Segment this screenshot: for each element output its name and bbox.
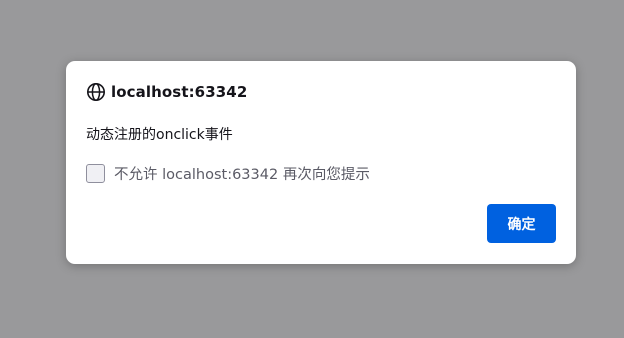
- ok-button[interactable]: 确定: [487, 204, 556, 243]
- suppress-prompts-checkbox[interactable]: [86, 164, 105, 183]
- dialog-message: 动态注册的onclick事件: [86, 127, 233, 143]
- globe-icon: [86, 82, 106, 102]
- dialog-origin: localhost:63342: [86, 81, 247, 103]
- alert-dialog: localhost:63342 动态注册的onclick事件 不允许 local…: [66, 61, 576, 264]
- suppress-prompts-label[interactable]: 不允许 localhost:63342 再次向您提示: [114, 163, 370, 184]
- dialog-origin-text: localhost:63342: [111, 83, 248, 101]
- suppress-prompts-option[interactable]: 不允许 localhost:63342 再次向您提示: [86, 163, 370, 184]
